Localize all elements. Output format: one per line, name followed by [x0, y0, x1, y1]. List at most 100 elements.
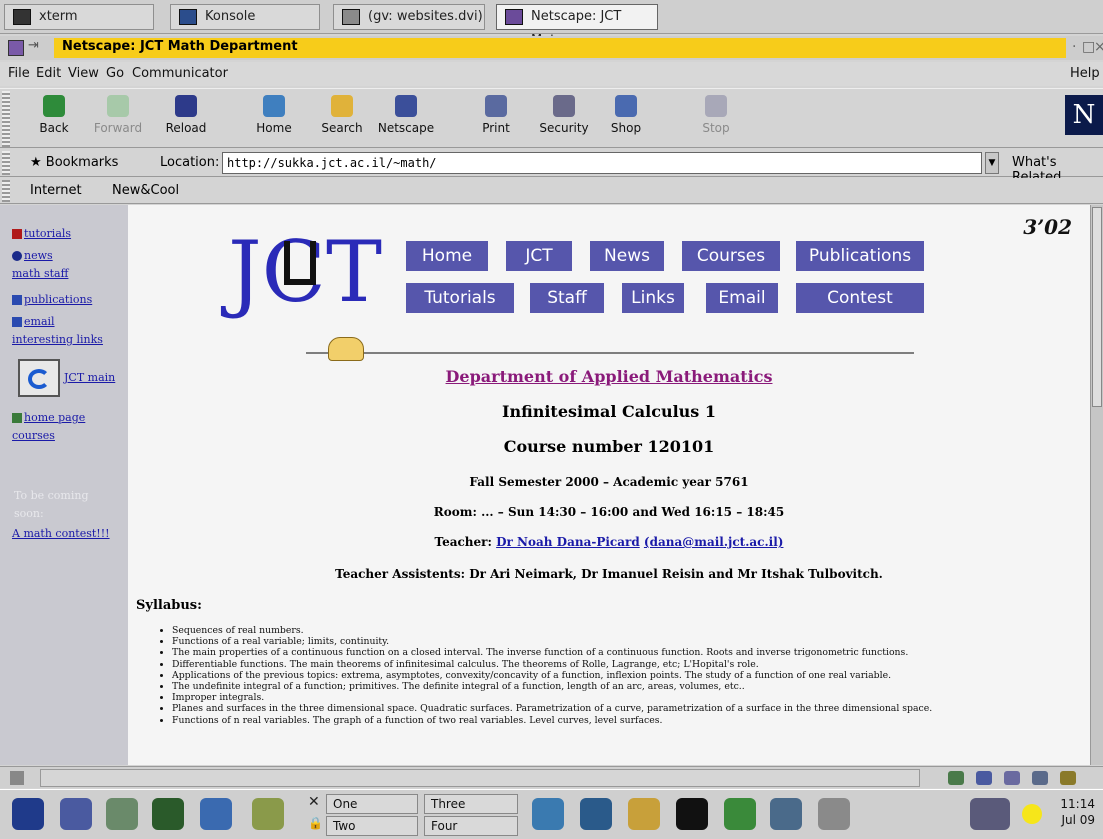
nav-home-button[interactable]: Home	[406, 241, 488, 271]
nav-news-button[interactable]: News	[590, 241, 664, 271]
sidebar-item-publications[interactable]: publications	[12, 293, 92, 306]
help-icon[interactable]	[252, 798, 284, 830]
sidebar-item-contest[interactable]: A math contest!!!	[12, 527, 110, 540]
task-konsole[interactable]: Konsole	[170, 4, 320, 30]
nav-courses-button[interactable]: Courses	[682, 241, 780, 271]
print-button[interactable]: Print	[464, 93, 528, 145]
close-icon[interactable]: ×	[1094, 39, 1103, 55]
personal-grip[interactable]	[2, 180, 10, 202]
tools-icon[interactable]	[818, 798, 850, 830]
nav-links-button[interactable]: Links	[622, 283, 684, 313]
menu-edit[interactable]: Edit	[36, 66, 61, 81]
department-link[interactable]: Department of Applied Mathematics	[128, 367, 1090, 386]
mail-icon[interactable]	[976, 771, 992, 785]
forward-button[interactable]: Forward	[86, 93, 150, 145]
control-center-icon[interactable]	[152, 798, 184, 830]
newcool-link[interactable]: New&Cool	[112, 183, 179, 198]
jct-main-link[interactable]: JCT main	[64, 371, 115, 384]
news-link[interactable]: news	[24, 249, 53, 262]
toolbar-grip[interactable]	[2, 91, 10, 147]
reload-icon	[175, 95, 197, 117]
desktop-one[interactable]: One	[326, 794, 418, 814]
chevron-down-icon[interactable]: ▼	[985, 152, 999, 174]
scrollbar-thumb[interactable]	[1092, 207, 1102, 407]
desktop-two[interactable]: Two	[326, 816, 418, 836]
menu-view[interactable]: View	[68, 66, 99, 81]
find-icon[interactable]	[200, 798, 232, 830]
sidebar-item-tutorials[interactable]: tutorials	[12, 227, 71, 240]
office-icon[interactable]	[580, 798, 612, 830]
menu-help[interactable]: Help	[1070, 66, 1100, 81]
clock-time: 11:14	[1060, 797, 1095, 811]
nav-tutorials-button[interactable]: Tutorials	[406, 283, 514, 313]
netscape-launcher-icon[interactable]	[532, 798, 564, 830]
nav-staff-button[interactable]: Staff	[530, 283, 604, 313]
interesting-links-link[interactable]: interesting links	[12, 333, 103, 346]
email-link[interactable]: email	[24, 315, 55, 328]
minimize-icon[interactable]: ·	[1072, 39, 1076, 55]
edit-icon[interactable]	[1060, 771, 1076, 785]
stop-icon	[705, 95, 727, 117]
lock-icon[interactable]: 🔒	[308, 816, 323, 830]
menu-go[interactable]: Go	[106, 66, 124, 81]
security-lock-icon[interactable]	[10, 771, 24, 785]
menu-communicator[interactable]: Communicator	[132, 66, 228, 81]
bookmarks-button[interactable]: ★ Bookmarks	[30, 155, 118, 170]
sidebar-item-math-staff[interactable]: math staff	[12, 267, 68, 280]
internet-link[interactable]: Internet	[30, 183, 82, 198]
courses-link[interactable]: courses	[12, 429, 55, 442]
location-grip[interactable]	[2, 151, 10, 175]
task-netscape[interactable]: Netscape: JCT Mat...	[496, 4, 658, 48]
window-titlebar[interactable]: ⇥ Netscape: JCT Math Department · □ ×	[0, 36, 1103, 60]
menu-file[interactable]: File	[8, 66, 30, 81]
home-button[interactable]: Home	[242, 93, 306, 145]
tray-icon[interactable]	[970, 798, 1010, 830]
netscape-logo[interactable]: N	[1065, 95, 1103, 135]
desktop-three[interactable]: Three	[424, 794, 518, 814]
stop-button[interactable]: Stop	[684, 93, 748, 145]
editor-icon[interactable]	[724, 798, 756, 830]
reload-button[interactable]: Reload	[154, 93, 218, 145]
nav-publications-button[interactable]: Publications	[796, 241, 924, 271]
vertical-scrollbar[interactable]	[1090, 205, 1103, 765]
nav-jct-button[interactable]: JCT	[506, 241, 572, 271]
navigator-icon[interactable]	[948, 771, 964, 785]
home-folder-icon[interactable]	[106, 798, 138, 830]
task-gv[interactable]: (gv: websites.dvi)	[333, 4, 485, 30]
netscape-button[interactable]: Netscape	[374, 93, 438, 145]
sidebar-item-home-page[interactable]: home page	[12, 411, 85, 424]
monitor-icon[interactable]	[770, 798, 802, 830]
sidebar-item-interesting-links[interactable]: interesting links	[12, 333, 103, 346]
task-xterm[interactable]: xterm	[4, 4, 154, 30]
close-icon[interactable]: ✕	[308, 794, 320, 810]
math-staff-link[interactable]: math staff	[12, 267, 68, 280]
url-input[interactable]: http://sukka.jct.ac.il/~math/	[222, 152, 982, 174]
back-button[interactable]: Back	[22, 93, 86, 145]
nav-contest-button[interactable]: Contest	[796, 283, 924, 313]
security-button[interactable]: Security	[532, 93, 596, 145]
search-button[interactable]: Search	[310, 93, 374, 145]
kde-menu-icon[interactable]	[12, 798, 44, 830]
clock[interactable]: 11:14 Jul 09	[1060, 796, 1095, 828]
sticky-pin-icon[interactable]: ⇥	[28, 38, 39, 53]
composer-icon[interactable]	[1032, 771, 1048, 785]
teacher-name-link[interactable]: Dr Noah Dana-Picard	[496, 535, 640, 549]
sidebar-item-jct-main[interactable]: JCT main	[64, 371, 115, 384]
terminal-icon[interactable]	[676, 798, 708, 830]
publications-link[interactable]: publications	[24, 293, 92, 306]
jct-main-icon[interactable]	[18, 359, 60, 397]
math-contest-link[interactable]: A math contest!!!	[12, 527, 110, 540]
news-icon[interactable]	[1004, 771, 1020, 785]
window-menu-icon[interactable]	[8, 40, 24, 56]
desktop-four[interactable]: Four	[424, 816, 518, 836]
home-page-link[interactable]: home page	[24, 411, 85, 424]
sidebar-item-email[interactable]: email	[12, 315, 55, 328]
shop-button[interactable]: Shop	[594, 93, 658, 145]
tutorials-link[interactable]: tutorials	[24, 227, 71, 240]
nav-email-button[interactable]: Email	[706, 283, 778, 313]
window-list-icon[interactable]	[60, 798, 92, 830]
teacher-email-link[interactable]: (dana@mail.jct.ac.il)	[644, 535, 784, 549]
paint-icon[interactable]	[628, 798, 660, 830]
sidebar-item-courses[interactable]: courses	[12, 429, 55, 442]
sidebar-item-news[interactable]: news	[12, 249, 53, 262]
